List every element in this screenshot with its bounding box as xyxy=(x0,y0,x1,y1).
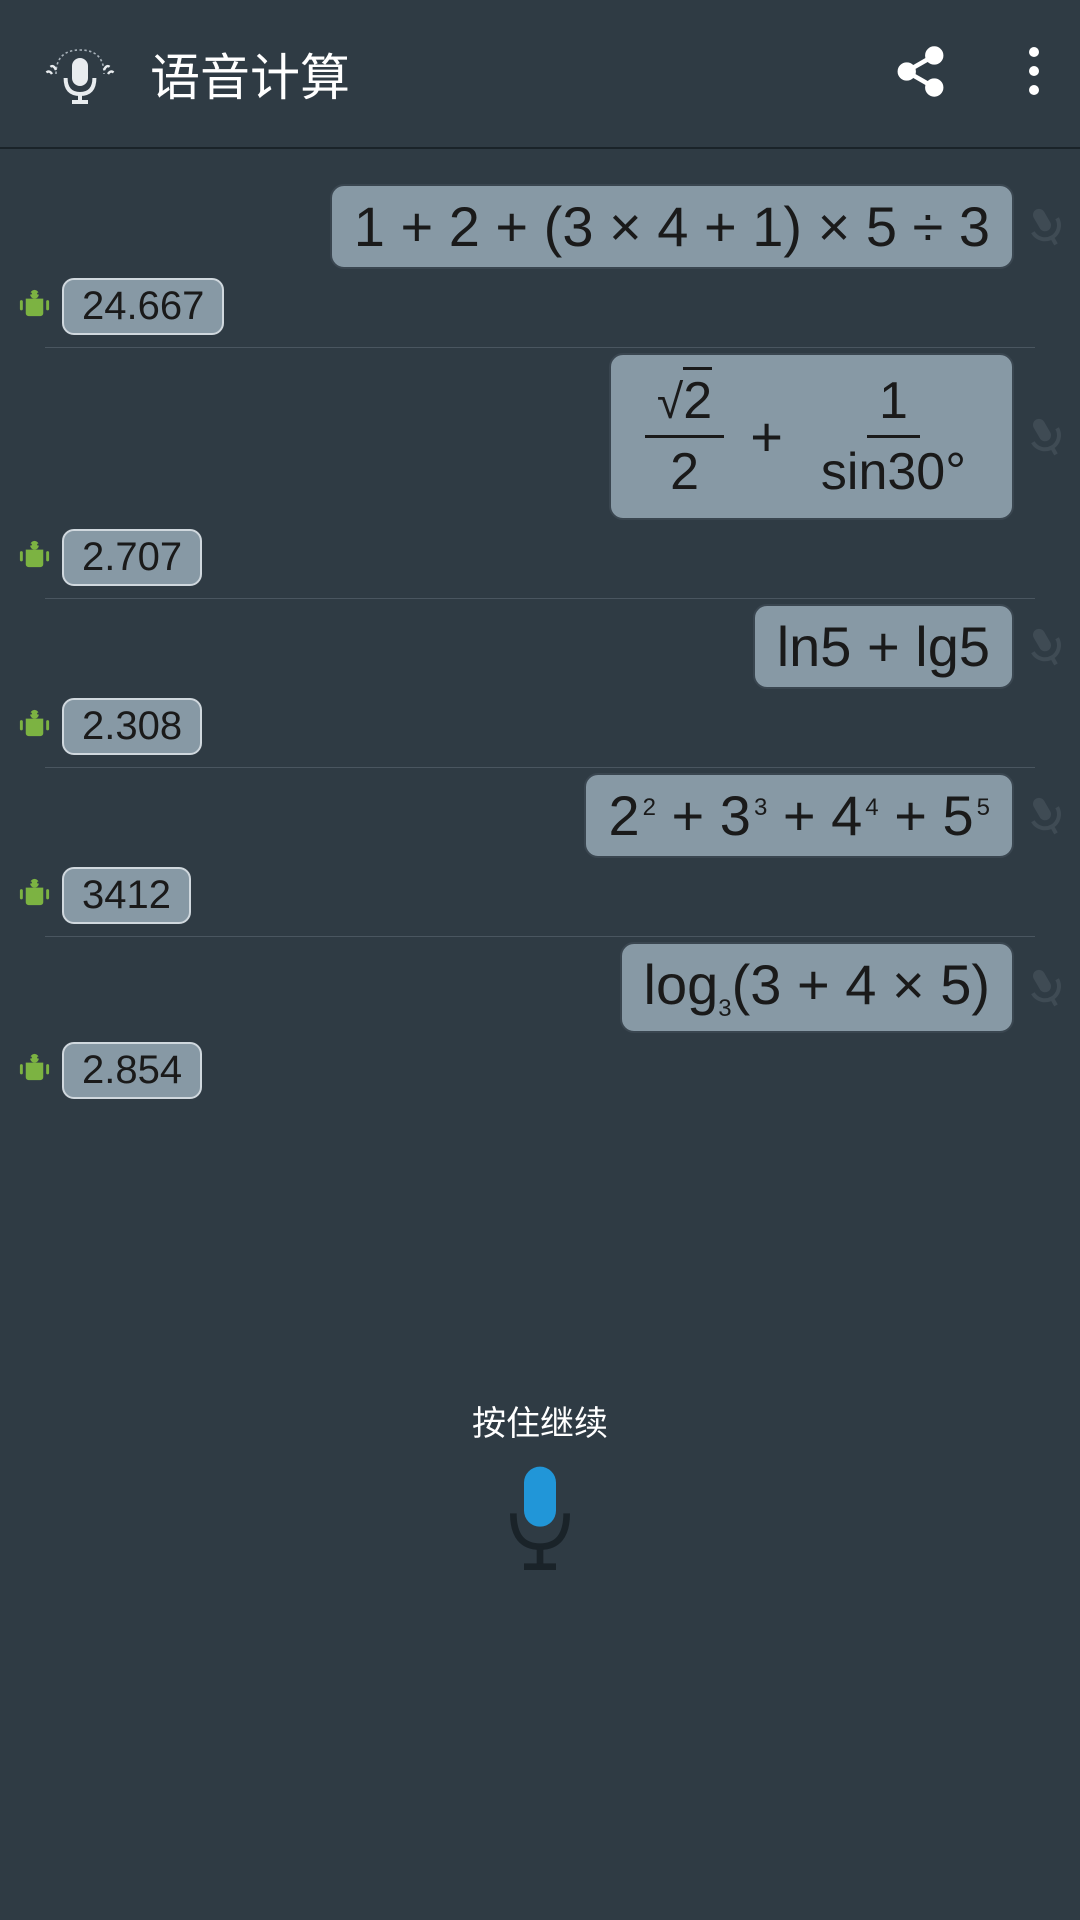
input-bubble[interactable]: ln5 + lg5 xyxy=(753,604,1014,689)
logo-area: 语音计算 xyxy=(40,34,350,114)
input-row: √2 2 + 1 sin30° xyxy=(0,348,1080,525)
conversation-block: 22 + 33 + 44 + 55 3412 xyxy=(0,768,1080,937)
user-mic-icon xyxy=(1013,614,1079,680)
conversation-block: ln5 + lg5 2.308 xyxy=(0,599,1080,768)
voice-record-button[interactable] xyxy=(500,1460,580,1570)
input-bubble[interactable]: log3(3 + 4 × 5) xyxy=(620,942,1014,1033)
input-expression: 1 + 2 + (3 × 4 + 1) × 5 ÷ 3 xyxy=(354,194,990,259)
result-value: 2.854 xyxy=(82,1048,182,1092)
android-icon xyxy=(17,1051,52,1091)
power-expression: 22 + 33 + 44 + 55 xyxy=(608,783,990,848)
user-mic-icon xyxy=(1013,955,1079,1021)
android-icon xyxy=(17,538,52,578)
voice-hint-text: 按住继续 xyxy=(472,1396,608,1445)
user-mic-icon xyxy=(1013,783,1079,849)
user-mic-icon xyxy=(1013,404,1079,470)
app-header: 语音计算 xyxy=(0,0,1080,149)
input-bubble[interactable]: √2 2 + 1 sin30° xyxy=(609,353,1014,520)
result-row: 3412 xyxy=(45,863,1035,937)
user-mic-icon xyxy=(1013,194,1079,260)
conversation-block: log3(3 + 4 × 5) 2.854 xyxy=(0,937,1080,1111)
result-row: 2.308 xyxy=(45,694,1035,768)
input-expression: ln5 + lg5 xyxy=(777,614,990,679)
logo-mic-icon xyxy=(40,34,120,114)
result-bubble[interactable]: 2.308 xyxy=(62,698,202,755)
input-bubble[interactable]: 1 + 2 + (3 × 4 + 1) × 5 ÷ 3 xyxy=(330,184,1014,269)
app-title: 语音计算 xyxy=(150,38,350,110)
result-row: 2.854 xyxy=(45,1038,1035,1111)
android-icon xyxy=(17,707,52,747)
input-row: log3(3 + 4 × 5) xyxy=(0,937,1080,1038)
android-icon xyxy=(17,876,52,916)
conversation-list: 1 + 2 + (3 × 4 + 1) × 5 ÷ 3 24.667 √2 2 xyxy=(0,149,1080,1111)
conversation-block: 1 + 2 + (3 × 4 + 1) × 5 ÷ 3 24.667 xyxy=(0,179,1080,348)
result-value: 3412 xyxy=(82,873,171,917)
result-bubble[interactable]: 24.667 xyxy=(62,278,224,335)
fraction-expression: √2 2 + 1 sin30° xyxy=(639,371,984,502)
result-bubble[interactable]: 2.854 xyxy=(62,1042,202,1099)
result-value: 2.707 xyxy=(82,535,182,579)
header-actions xyxy=(893,44,1040,104)
input-row: ln5 + lg5 xyxy=(0,599,1080,694)
result-value: 2.308 xyxy=(82,704,182,748)
result-bubble[interactable]: 2.707 xyxy=(62,529,202,586)
input-bubble[interactable]: 22 + 33 + 44 + 55 xyxy=(584,773,1014,858)
result-row: 24.667 xyxy=(45,274,1035,348)
result-bubble[interactable]: 3412 xyxy=(62,867,191,924)
share-icon[interactable] xyxy=(893,44,948,104)
menu-overflow-icon[interactable] xyxy=(1028,44,1040,104)
conversation-block: √2 2 + 1 sin30° 2.707 xyxy=(0,348,1080,599)
result-value: 24.667 xyxy=(82,284,204,328)
android-icon xyxy=(17,287,52,327)
input-row: 22 + 33 + 44 + 55 xyxy=(0,768,1080,863)
input-row: 1 + 2 + (3 × 4 + 1) × 5 ÷ 3 xyxy=(0,179,1080,274)
result-row: 2.707 xyxy=(45,525,1035,599)
voice-input-area: 按住继续 xyxy=(0,1396,1080,1570)
log-expression: log3(3 + 4 × 5) xyxy=(644,952,990,1023)
